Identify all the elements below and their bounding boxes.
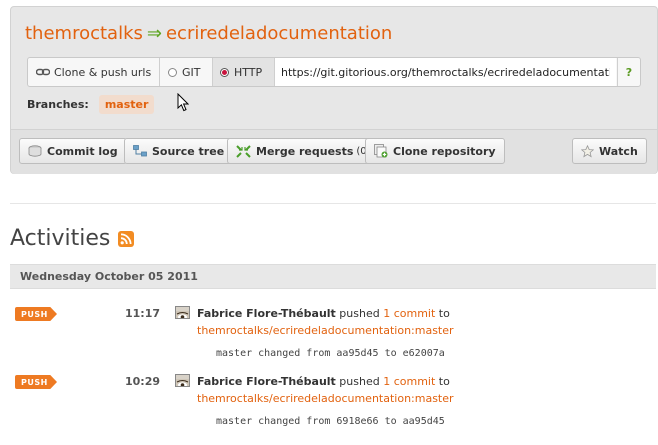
activity-verb: pushed [335, 375, 384, 388]
arrow-right-icon: ⇒ [146, 23, 162, 44]
activity-summary: Fabrice Flore-Thébault pushed 1 commit t… [197, 307, 450, 320]
source-tree-button[interactable]: Source tree [124, 138, 234, 164]
push-badge: PUSH [15, 375, 57, 389]
star-icon [581, 144, 594, 158]
commit-log-label: Commit log [47, 144, 118, 158]
commit-log-icon [28, 145, 42, 157]
activity-date-header: Wednesday October 05 2011 [10, 264, 656, 289]
activity-time: 11:17 [125, 307, 161, 320]
repo-title: themroctalks ⇒ ecriredeladocumentation [25, 23, 392, 44]
rss-feed-icon[interactable] [118, 230, 135, 247]
clone-repository-label: Clone repository [393, 144, 496, 158]
http-protocol-option[interactable]: HTTP [213, 58, 275, 86]
http-radio[interactable] [220, 67, 229, 77]
merge-requests-label: Merge requests [256, 144, 354, 158]
http-label: HTTP [234, 65, 263, 79]
section-divider [10, 203, 656, 204]
clone-url-field[interactable] [275, 58, 616, 86]
activity-summary: Fabrice Flore-Thébault pushed 1 commit t… [197, 375, 450, 388]
help-button[interactable]: ? [617, 58, 640, 86]
author-name[interactable]: Fabrice Flore-Thébault [197, 375, 336, 388]
activities-title: Activities [10, 226, 111, 251]
clone-push-urls-toggle[interactable]: Clone & push urls [28, 58, 160, 86]
source-tree-label: Source tree [152, 144, 225, 158]
clone-repository-icon [374, 144, 388, 158]
activity-preposition: to [435, 307, 450, 320]
branch-master-link[interactable]: master [98, 95, 155, 114]
git-radio[interactable] [168, 67, 177, 77]
clone-push-urls-label: Clone & push urls [54, 65, 152, 79]
commit-link[interactable]: 1 commit [383, 307, 435, 320]
avatar [175, 374, 190, 387]
repo-name-link[interactable]: ecriredeladocumentation [166, 23, 392, 44]
repo-owner-link[interactable]: themroctalks [25, 23, 143, 44]
author-name[interactable]: Fabrice Flore-Thébault [197, 307, 336, 320]
repository-actions: Commit log Source tree Merge requests (0… [11, 129, 657, 174]
commit-range-detail: master changed from aa95d45 to e62007a [216, 348, 445, 359]
branches-label: Branches: [27, 98, 89, 111]
source-tree-icon [133, 145, 147, 157]
branches-row: Branches: master [27, 95, 155, 114]
clone-url-bar: Clone & push urls GIT HTTP ? [27, 57, 641, 87]
activity-item: PUSH 10:29 Fabrice Flore-Thébault pushed… [0, 374, 658, 445]
activity-verb: pushed [335, 307, 384, 320]
activity-item: PUSH 11:17 Fabrice Flore-Thébault pushed… [0, 306, 658, 377]
activity-preposition: to [435, 375, 450, 388]
branch-ref-link[interactable]: themroctalks/ecriredeladocumentation:mas… [197, 324, 454, 337]
merge-requests-button[interactable]: Merge requests (0) [227, 138, 380, 164]
repository-header: themroctalks ⇒ ecriredeladocumentation Clo… [10, 6, 658, 174]
clone-repository-button[interactable]: Clone repository [365, 138, 505, 164]
chain-link-icon [36, 67, 50, 77]
commit-range-detail: master changed from 6918e66 to aa95d45 [216, 416, 445, 427]
git-label: GIT [182, 65, 201, 79]
mouse-pointer-icon [177, 92, 190, 116]
watch-button[interactable]: Watch [572, 138, 647, 164]
merge-requests-icon [236, 144, 251, 158]
avatar [175, 306, 190, 319]
watch-label: Watch [599, 144, 638, 158]
commit-link[interactable]: 1 commit [383, 375, 435, 388]
git-protocol-option[interactable]: GIT [160, 58, 213, 86]
commit-log-button[interactable]: Commit log [19, 138, 127, 164]
activity-time: 10:29 [125, 375, 161, 388]
push-badge: PUSH [15, 307, 57, 321]
branch-ref-link[interactable]: themroctalks/ecriredeladocumentation:mas… [197, 392, 454, 405]
activities-heading: Activities [10, 226, 135, 251]
